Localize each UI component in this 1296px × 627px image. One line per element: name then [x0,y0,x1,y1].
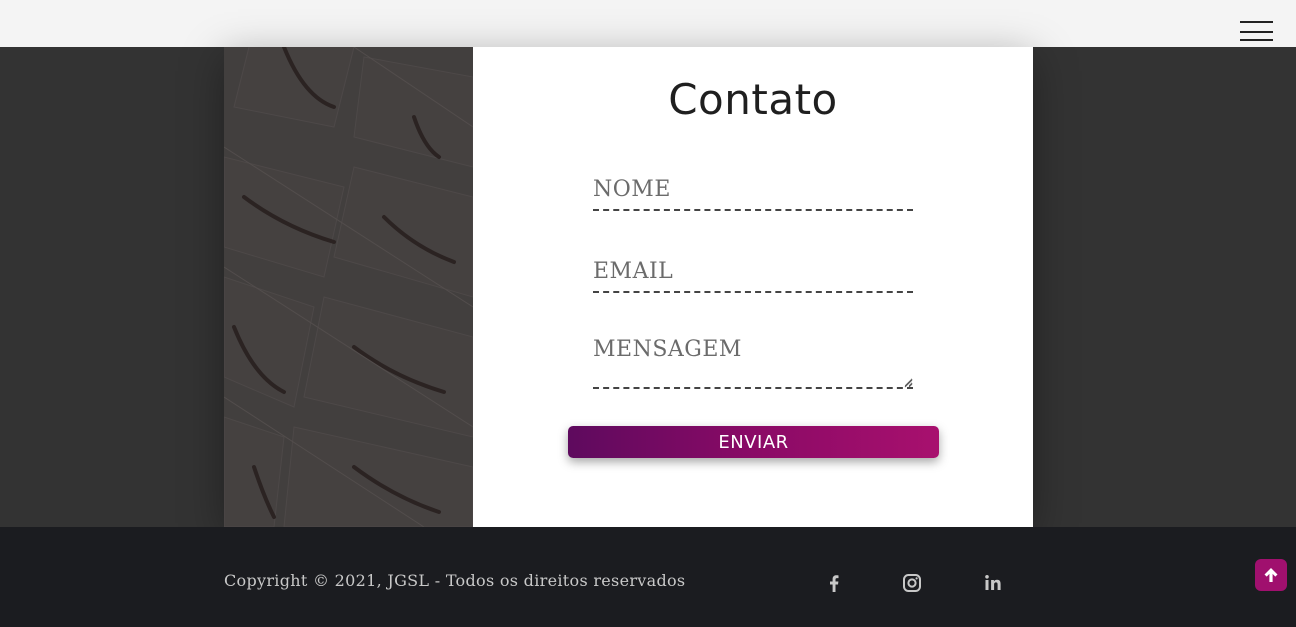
menu-line [1240,21,1273,23]
linkedin-icon[interactable] [981,571,1005,595]
facebook-icon[interactable] [822,571,846,595]
arrow-up-icon [1264,568,1278,582]
email-input[interactable] [593,251,913,293]
menu-line [1240,39,1273,41]
contact-form: Contato ENVIAR [473,47,1033,527]
image-overlay [224,47,473,527]
copyright-text: Copyright © 2021, JGSL - Todos os direit… [224,571,686,590]
footer: Copyright © 2021, JGSL - Todos os direit… [0,527,1296,627]
message-textarea[interactable] [593,337,913,389]
contact-card: Contato ENVIAR [224,47,1033,527]
contact-section: Contato ENVIAR [0,47,1296,527]
name-input[interactable] [593,169,913,211]
hamburger-menu-icon[interactable] [1240,21,1274,43]
page-title: Contato [668,75,838,124]
top-navbar [0,0,1296,47]
resize-handle-icon[interactable] [904,379,913,388]
scroll-to-top-button[interactable] [1255,559,1287,591]
submit-button[interactable]: ENVIAR [568,426,939,458]
menu-line [1240,31,1273,33]
instagram-icon[interactable] [900,571,924,595]
envelopes-image [224,47,473,527]
